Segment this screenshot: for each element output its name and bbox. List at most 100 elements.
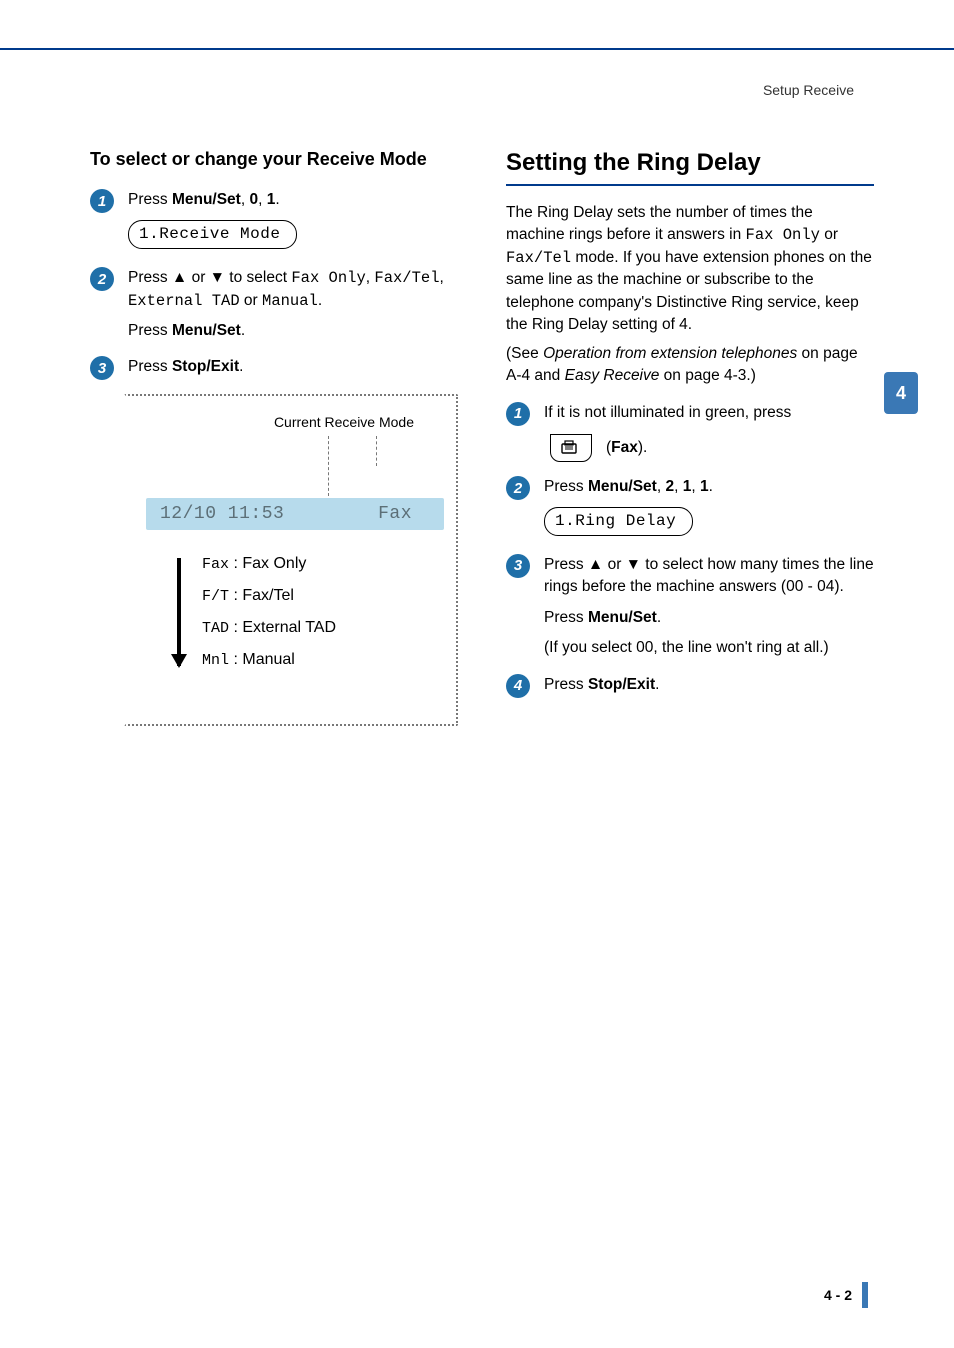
step-bullet: 1	[90, 189, 114, 213]
step: 2 Press ▲ or ▼ to select Fax Only, Fax/T…	[90, 267, 458, 342]
text: If it is not illuminated in green, press	[544, 404, 791, 421]
fax-label: (Fax).	[606, 437, 647, 459]
text: Press	[544, 676, 588, 693]
step: 1 If it is not illuminated in green, pre…	[506, 402, 874, 462]
legend-item: Fax : Fax Only	[202, 548, 336, 580]
bold: Stop/Exit	[172, 358, 239, 375]
step: 1 Press Menu/Set, 0, 1. 1.Receive Mode	[90, 189, 458, 253]
legend-name: : Fax/Tel	[233, 587, 293, 604]
bold: Menu/Set	[172, 191, 241, 208]
section-header: Setup Receive	[763, 82, 854, 98]
text: .	[275, 191, 279, 208]
text: Press	[128, 322, 172, 339]
mono: Fax Only	[746, 226, 820, 244]
text: Press ▲ or ▼ to select	[128, 269, 291, 286]
bold: 0	[249, 191, 258, 208]
step: 3 Press Stop/Exit.	[90, 356, 458, 380]
bold: 1	[700, 478, 709, 495]
text: ,	[440, 269, 444, 286]
lcd-strip: 12/10 11:53 Fax	[146, 498, 444, 530]
diagram-guides	[146, 436, 444, 498]
text: or	[820, 226, 838, 243]
legend-code: Mnl	[202, 652, 229, 669]
text: .	[239, 358, 243, 375]
lcd-display: 1.Ring Delay	[544, 507, 693, 536]
page: Setup Receive 4 To select or change your…	[0, 0, 954, 1348]
chapter-tab: 4	[884, 372, 918, 414]
footer: 4 - 2	[824, 1282, 868, 1308]
see-also: (See Operation from extension telephones…	[506, 343, 874, 388]
legend-list: Fax : Fax Only F/T : Fax/Tel TAD : Exter…	[202, 548, 336, 676]
text: or	[240, 292, 262, 309]
bold: Menu/Set	[588, 609, 657, 626]
bold: Stop/Exit	[588, 676, 655, 693]
legend-item: TAD : External TAD	[202, 612, 336, 644]
italic: Easy Receive	[565, 367, 660, 384]
note: (If you select 00, the line won't ring a…	[544, 637, 874, 659]
step-bullet: 2	[506, 476, 530, 500]
legend-item: F/T : Fax/Tel	[202, 580, 336, 612]
text: Press	[128, 358, 172, 375]
legend-code: Fax	[202, 556, 229, 573]
step-bullet: 3	[90, 356, 114, 380]
text: .	[241, 322, 245, 339]
text: (See	[506, 345, 543, 362]
mono: External TAD	[128, 292, 240, 310]
lcd-display: 1.Receive Mode	[128, 220, 297, 249]
text: ,	[674, 478, 683, 495]
left-heading: To select or change your Receive Mode	[90, 148, 458, 171]
mono: Fax/Tel	[374, 269, 439, 287]
left-column: To select or change your Receive Mode 1 …	[90, 148, 464, 726]
bold: Menu/Set	[172, 322, 241, 339]
bold: Menu/Set	[588, 478, 657, 495]
text: Press ▲ or ▼ to select how many times th…	[544, 556, 874, 595]
intro-paragraph: The Ring Delay sets the number of times …	[506, 202, 874, 337]
text: ,	[258, 191, 267, 208]
fax-button-icon	[550, 434, 592, 462]
text: Press	[544, 609, 588, 626]
step-bullet: 4	[506, 674, 530, 698]
legend: Fax : Fax Only F/T : Fax/Tel TAD : Exter…	[146, 548, 444, 676]
bold: Fax	[611, 439, 638, 456]
bold: 2	[665, 478, 674, 495]
step-body: Press ▲ or ▼ to select how many times th…	[544, 554, 874, 660]
step: 2 Press Menu/Set, 2, 1, 1. 1.Ring Delay	[506, 476, 874, 540]
legend-name: : External TAD	[233, 619, 336, 636]
step-body: If it is not illuminated in green, press…	[544, 402, 874, 462]
italic: Operation from extension telephones	[543, 345, 797, 362]
text: Press	[544, 478, 588, 495]
arrow-down-icon	[172, 548, 186, 676]
text: .	[655, 676, 659, 693]
legend-name: : Manual	[233, 651, 294, 668]
diagram-label: Current Receive Mode	[146, 414, 414, 430]
legend-item: Mnl : Manual	[202, 644, 336, 676]
text: .	[657, 609, 661, 626]
step-body: Press Menu/Set, 2, 1, 1. 1.Ring Delay	[544, 476, 874, 540]
step-body: Press Stop/Exit.	[128, 356, 458, 378]
legend-code: F/T	[202, 588, 229, 605]
step-body: Press ▲ or ▼ to select Fax Only, Fax/Tel…	[128, 267, 458, 342]
step-bullet: 1	[506, 402, 530, 426]
page-number: 4 - 2	[824, 1287, 852, 1303]
step-bullet: 3	[506, 554, 530, 578]
legend-name: : Fax Only	[233, 555, 306, 572]
lcd-date: 12/10 11:53	[160, 504, 284, 524]
heading-rule	[506, 184, 874, 186]
mono: Fax/Tel	[506, 249, 571, 267]
right-column: Setting the Ring Delay The Ring Delay se…	[500, 148, 874, 726]
lcd-mode: Fax	[378, 504, 430, 524]
text: .	[709, 478, 713, 495]
text: on page 4-3.)	[659, 367, 756, 384]
fax-icon	[559, 440, 583, 456]
right-heading: Setting the Ring Delay	[506, 148, 874, 178]
step-bullet: 2	[90, 267, 114, 291]
footer-bar	[862, 1282, 868, 1308]
mono: Fax Only	[291, 269, 365, 287]
text: .	[318, 292, 322, 309]
top-rule	[0, 48, 954, 50]
step: 4 Press Stop/Exit.	[506, 674, 874, 698]
mono: Manual	[262, 292, 318, 310]
legend-code: TAD	[202, 620, 229, 637]
text: ,	[691, 478, 700, 495]
step: 3 Press ▲ or ▼ to select how many times …	[506, 554, 874, 660]
